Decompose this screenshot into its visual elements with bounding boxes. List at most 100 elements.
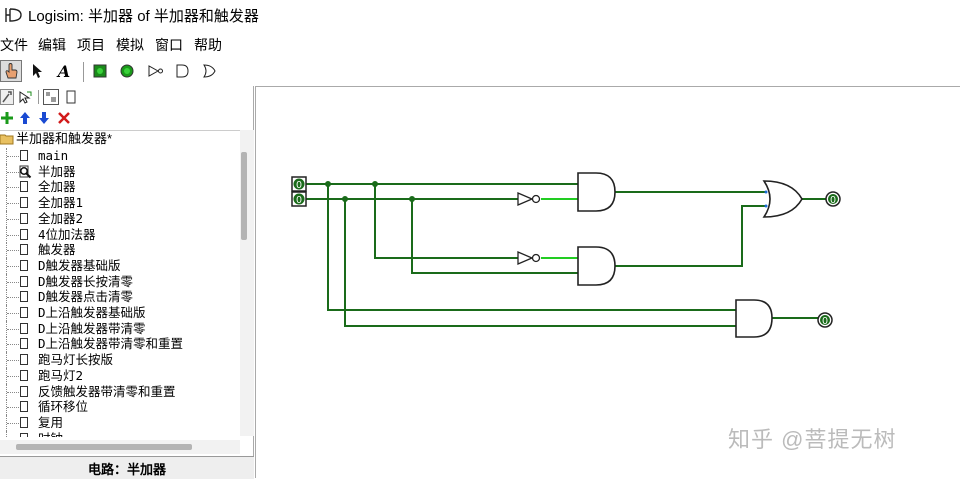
tree-horizontal-scroll-thumb[interactable] bbox=[16, 444, 192, 450]
circuit-file-icon bbox=[20, 338, 28, 350]
tree-item-label: 4位加法器 bbox=[38, 226, 96, 242]
tree-connector bbox=[6, 336, 19, 353]
appearance-icon[interactable] bbox=[65, 90, 77, 104]
select-arrow-icon[interactable] bbox=[26, 60, 48, 82]
circuit-file-icon bbox=[20, 228, 28, 240]
and-gate-lower[interactable] bbox=[577, 246, 616, 286]
circuit-file-icon bbox=[20, 197, 28, 209]
delete-circuit-icon[interactable] bbox=[57, 111, 71, 125]
menu-window[interactable]: 窗口 bbox=[155, 35, 183, 55]
circuit-file-icon bbox=[20, 432, 28, 437]
tree-connector bbox=[6, 414, 19, 431]
toolbar-separator bbox=[83, 62, 84, 82]
tree-connector bbox=[6, 148, 19, 164]
tree-item-label: D触发器长按清零 bbox=[38, 273, 134, 289]
input-pin-a[interactable]: 0 bbox=[291, 176, 307, 192]
circuit-file-icon bbox=[20, 212, 28, 224]
or-gate[interactable] bbox=[762, 180, 803, 218]
tree-connector bbox=[6, 320, 19, 337]
tree-connector bbox=[6, 242, 19, 259]
move-down-icon[interactable] bbox=[37, 111, 51, 125]
window-title: Logisim: 半加器 of 半加器和触发器 bbox=[28, 8, 259, 25]
circuit-file-icon bbox=[20, 181, 28, 193]
tree-item-label: 全加器 bbox=[38, 179, 76, 195]
pointer-tree-icon[interactable] bbox=[17, 89, 33, 105]
tree-connector bbox=[6, 352, 19, 369]
circuit-file-icon bbox=[20, 150, 28, 161]
tree-item-label: 半加器 bbox=[38, 163, 76, 179]
circuit-file-icon bbox=[20, 244, 28, 256]
tree-item-label: 反馈触发器带清零和重置 bbox=[38, 383, 176, 399]
junction-dot bbox=[372, 181, 378, 187]
explorer-separator bbox=[38, 90, 39, 104]
tree-connector bbox=[6, 210, 19, 227]
not-gate-upper[interactable] bbox=[517, 192, 541, 206]
menu-simulate[interactable]: 模拟 bbox=[116, 35, 144, 55]
folder-icon bbox=[0, 134, 14, 145]
tree-connector bbox=[6, 430, 19, 437]
output-pin-icon[interactable] bbox=[116, 60, 138, 82]
wrench-icon[interactable] bbox=[0, 89, 14, 105]
wire-a-to-lower-not bbox=[374, 184, 518, 259]
circuit-file-icon bbox=[20, 401, 28, 413]
menu-edit[interactable]: 编辑 bbox=[38, 35, 66, 55]
tree-item-label: 触发器 bbox=[38, 242, 76, 258]
logisim-logo-icon bbox=[5, 8, 22, 22]
output-pin-sum[interactable]: 0 bbox=[825, 191, 841, 207]
menu-help[interactable]: 帮助 bbox=[194, 35, 222, 55]
not-gate-icon[interactable] bbox=[145, 60, 167, 82]
menu-file[interactable]: 文件 bbox=[0, 35, 28, 55]
tree-item-label: 跑马灯长按版 bbox=[38, 352, 114, 368]
tree-root-label: 半加器和触发器* bbox=[16, 131, 113, 146]
magnifier-icon bbox=[19, 165, 32, 178]
tree-item-label: 跑马灯2 bbox=[38, 367, 84, 383]
tree-connector bbox=[6, 195, 19, 212]
tree-vertical-scroll-thumb[interactable] bbox=[241, 152, 247, 240]
input-pin-a-value: 0 bbox=[296, 180, 302, 191]
and-gate-icon[interactable] bbox=[171, 60, 193, 82]
circuit-file-icon bbox=[20, 354, 28, 366]
move-up-icon[interactable] bbox=[18, 111, 32, 125]
tree-item-label: 全加器2 bbox=[38, 210, 84, 226]
menu-project[interactable]: 项目 bbox=[77, 35, 105, 55]
tree-item-label: D上沿触发器基础版 bbox=[38, 305, 146, 320]
tree-item-label: D触发器基础版 bbox=[38, 257, 121, 273]
output-pin-carry[interactable]: 0 bbox=[817, 312, 833, 328]
circuit-canvas[interactable]: 0 0 0 0 bbox=[255, 86, 960, 478]
circuit-file-icon bbox=[20, 259, 28, 271]
menu-bar: 文件 编辑 项目 模拟 窗口 帮助 bbox=[0, 33, 960, 55]
tree-connector bbox=[6, 383, 19, 400]
circuit-drawing[interactable]: 0 0 0 0 bbox=[255, 86, 960, 478]
tree-item-label: 全加器1 bbox=[38, 195, 84, 211]
project-toolbar bbox=[0, 110, 254, 128]
add-circuit-icon[interactable] bbox=[0, 111, 14, 125]
output-pin-carry-value: 0 bbox=[822, 316, 828, 327]
tree-connector bbox=[6, 305, 19, 321]
circuit-file-icon bbox=[20, 416, 28, 428]
status-bar: 电路：半加器 bbox=[0, 456, 254, 479]
main-toolbar: A bbox=[0, 58, 254, 86]
tree-item-label: D触发器点击清零 bbox=[38, 289, 134, 305]
tree-connector bbox=[6, 367, 19, 384]
hand-poke-icon[interactable] bbox=[0, 60, 22, 82]
tree-item-label: main bbox=[38, 148, 69, 163]
wire-b-to-carry-and bbox=[344, 199, 736, 327]
tree-item-label: 循环移位 bbox=[38, 399, 89, 415]
or-gate-icon[interactable] bbox=[198, 60, 220, 82]
layout-icon[interactable] bbox=[43, 89, 59, 105]
not-gate-lower[interactable] bbox=[517, 251, 541, 265]
tree-item-label: 复用 bbox=[38, 414, 64, 430]
title-bar: Logisim: 半加器 of 半加器和触发器 bbox=[0, 0, 960, 30]
junction-dot bbox=[325, 181, 331, 187]
and-gate-carry[interactable] bbox=[735, 299, 773, 338]
input-pin-b[interactable]: 0 bbox=[291, 191, 307, 207]
and-gate-upper[interactable] bbox=[577, 172, 616, 212]
tree-item-label: D上沿触发器带清零 bbox=[38, 320, 146, 336]
tree-connector bbox=[6, 273, 19, 290]
input-pin-icon[interactable] bbox=[89, 60, 111, 82]
text-tool-icon[interactable]: A bbox=[53, 60, 75, 82]
wire-a-to-carry-and bbox=[327, 184, 736, 311]
junction-dot bbox=[409, 196, 415, 202]
circuit-file-icon bbox=[20, 307, 28, 318]
explorer-toolbar bbox=[0, 88, 254, 108]
